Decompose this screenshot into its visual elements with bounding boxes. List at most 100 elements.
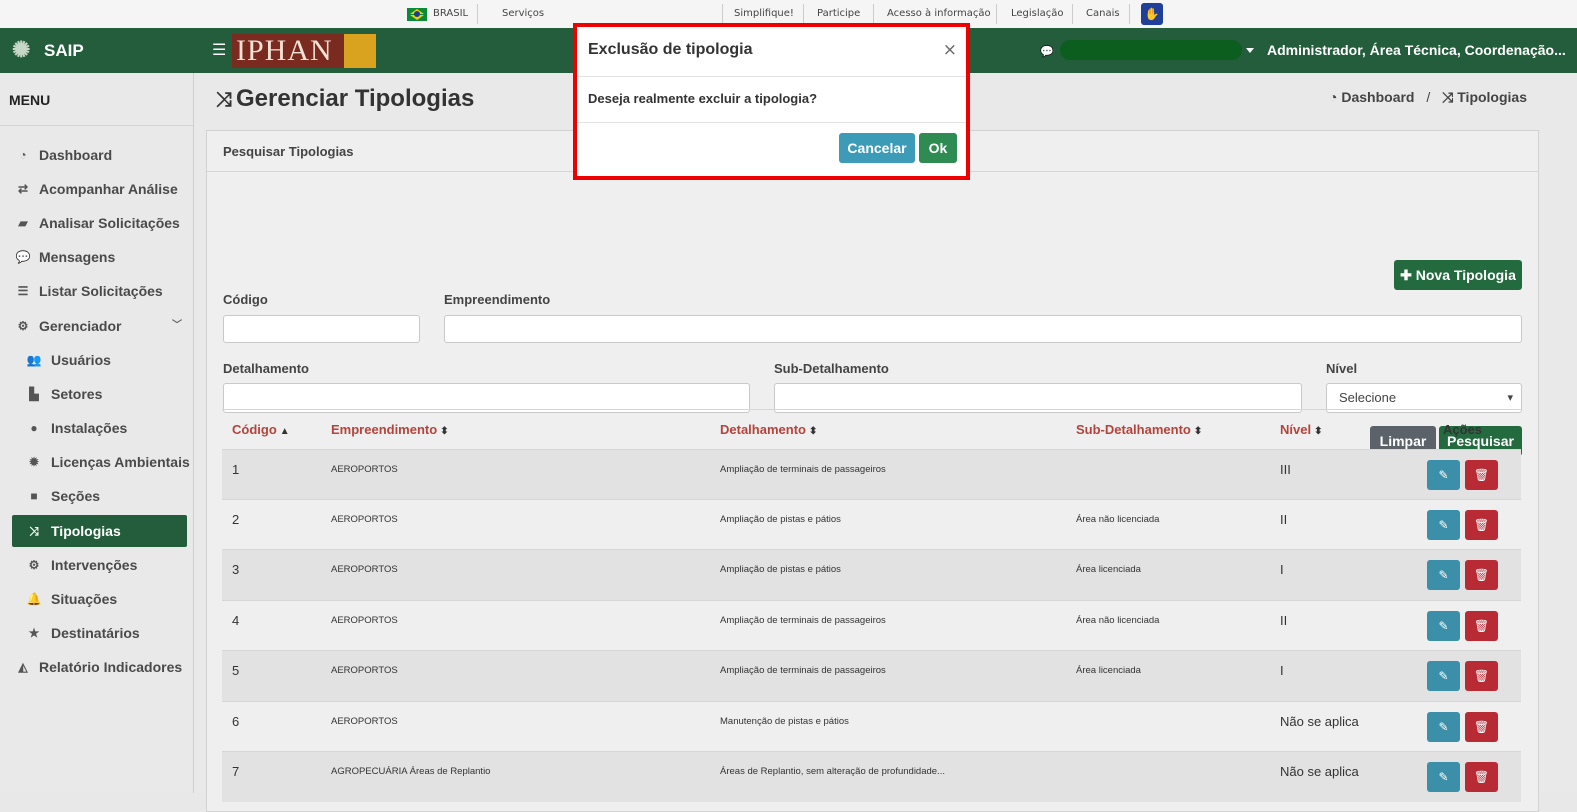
chat-icon[interactable]: 💬 [1040,45,1054,58]
vlibras-hand-icon[interactable]: ✋ [1141,3,1163,25]
edit-icon[interactable]: ✎ [1427,460,1460,490]
cancel-button[interactable]: Cancelar [839,133,915,163]
dashboard-icon: ◔ [19,148,27,162]
brazil-flag-icon [407,8,427,21]
breadcrumb-tipologias: Tipologias [1457,89,1527,105]
gov-servicos-link[interactable]: Serviços [502,0,544,28]
close-icon[interactable]: × [943,40,957,60]
ok-button[interactable]: Ok [919,133,957,163]
header-empreendimento[interactable]: Empreendimento ⬍ [331,422,449,437]
app-brand[interactable]: ✺ SAIP [0,28,194,73]
edit-icon[interactable]: ✎ [1427,712,1460,742]
page-title: ⤨ Gerenciar Tipologias [216,85,475,112]
delete-tipologia-modal: Exclusão de tipologia × Deseja realmente… [573,23,970,180]
header-detalhamento[interactable]: Detalhamento ⬍ [720,422,817,437]
comments-icon: 💬 [15,250,31,264]
table-row: 3 AEROPORTOS Ampliação de pistas e pátio… [222,549,1521,600]
gov-legislacao-link[interactable]: Legislação [1011,0,1064,28]
hamburger-menu-icon[interactable]: ☰ [212,40,226,60]
codigo-input[interactable] [223,315,420,343]
trash-icon[interactable]: 🗑 [1465,712,1498,742]
list-icon: ☰ [17,284,29,298]
header-codigo[interactable]: Código ▲ [232,422,290,437]
sidebar-item-destinatarios[interactable]: ★ Destinatários [12,617,187,649]
trash-icon[interactable]: 🗑 [1465,560,1498,590]
cog-icon: ⚙ [28,558,40,572]
new-tipologia-button[interactable]: ✚ Nova Tipologia [1394,260,1522,290]
table-row: 7 AGROPECUÁRIA Áreas de Replantio Áreas … [222,751,1521,802]
edit-icon[interactable]: ✎ [1427,762,1460,792]
circle-icon: ● [30,421,38,435]
sidebar-item-acompanhar-analise[interactable]: ⇄ Acompanhar Análise [12,173,187,205]
table-row: 1 AEROPORTOS Ampliação de terminais de p… [222,449,1521,500]
bell-icon: 🔔 [26,592,42,606]
area-chart-icon: ◭ [18,660,28,674]
sidebar-item-instalacoes[interactable]: ● Instalações [12,412,187,444]
edit-icon[interactable]: ✎ [1427,510,1460,540]
sort-icon: ⬍ [808,426,818,437]
edit-icon[interactable]: ✎ [1427,661,1460,691]
breadcrumb-dashboard[interactable]: Dashboard [1341,89,1414,105]
app-name: SAIP [44,41,84,60]
certificate-icon: ✹ [28,455,40,469]
sidebar-item-situacoes[interactable]: 🔔 Situações [12,583,187,615]
trash-icon[interactable]: 🗑 [1465,510,1498,540]
table-row: 6 AEROPORTOS Manutenção de pistas e páti… [222,701,1521,752]
dashboard-icon: ◔ [1329,89,1338,105]
table-row: 2 AEROPORTOS Ampliação de pistas e pátio… [222,499,1521,550]
sidebar-item-intervencoes[interactable]: ⚙ Intervenções [12,549,187,581]
trash-icon[interactable]: 🗑 [1465,611,1498,641]
nivel-label: Nível [1326,361,1358,376]
iphan-logo: IPHAN [232,34,376,68]
star-icon: ★ [28,626,40,640]
trash-icon[interactable]: 🗑 [1465,762,1498,792]
gears-icon: ⚙ [17,319,29,333]
sidebar-item-relatorio-indicadores[interactable]: ◭ Relatório Indicadores [12,651,187,683]
gov-brasil-link[interactable]: BRASIL [433,0,468,28]
table-row: 4 AEROPORTOS Ampliação de terminais de p… [222,600,1521,651]
gov-canais-link[interactable]: Canais [1086,0,1120,28]
sort-icon: ⬍ [440,426,449,437]
modal-title: Exclusão de tipologia [588,41,753,58]
sidebar: MENU ◔ Dashboard ⇄ Acompanhar Análise ▰ … [0,73,194,793]
main-content: ⤨ Gerenciar Tipologias ◔ Dashboard / ⤨ Ti… [194,73,1577,812]
sidebar-item-licencas-ambientais[interactable]: ✹ Licenças Ambientais [12,446,190,478]
menu-title: MENU [9,92,51,108]
sidebar-item-mensagens[interactable]: 💬 Mensagens [12,241,187,273]
sidebar-item-setores[interactable]: ▙ Setores [12,378,187,410]
trash-icon[interactable]: 🗑 [1465,661,1498,691]
empreendimento-label: Empreendimento [444,292,551,307]
edit-icon[interactable]: ✎ [1427,611,1460,641]
square-icon: ■ [30,489,38,503]
bar-chart-icon: ▙ [29,387,39,401]
caret-down-icon[interactable] [1246,48,1254,53]
users-icon: 👥 [26,353,42,367]
empreendimento-input[interactable] [444,315,1522,343]
sidebar-item-secoes[interactable]: ■ Seções [12,480,187,512]
sort-icon: ⬍ [1193,426,1203,437]
header-nivel[interactable]: Nível ⬍ [1280,422,1322,437]
sidebar-item-gerenciador[interactable]: ⚙ Gerenciador ﹀ [12,310,187,342]
modal-message: Deseja realmente excluir a tipologia? [588,91,818,106]
user-profile-label[interactable]: Administrador, Área Técnica, Coordenação… [1267,42,1566,58]
sidebar-item-analisar-solicitacoes[interactable]: ▰ Analisar Solicitações [12,207,187,239]
trash-icon[interactable]: 🗑 [1465,460,1498,490]
breadcrumb: ◔ Dashboard / ⤨ Tipologias [1329,89,1527,105]
sidebar-item-usuarios[interactable]: 👥 Usuários [12,344,187,376]
redacted-username[interactable] [1060,40,1242,60]
sidebar-item-listar-solicitacoes[interactable]: ☰ Listar Solicitações [12,275,187,307]
edit-icon[interactable]: ✎ [1427,560,1460,590]
shuffle-icon: ⤨ [216,89,232,111]
sidebar-item-dashboard[interactable]: ◔ Dashboard [12,139,187,171]
book-icon: ▰ [18,216,28,230]
exchange-icon: ⇄ [17,182,29,196]
sidebar-item-tipologias[interactable]: ⤨ Tipologias [12,515,187,547]
plus-icon: ✚ [1400,267,1412,283]
header-subdetalhamento[interactable]: Sub-Detalhamento ⬍ [1076,422,1202,437]
shuffle-icon: ⤨ [29,524,39,538]
codigo-label: Código [223,292,268,307]
shuffle-icon: ⤨ [1442,89,1454,105]
chevron-down-icon: ﹀ [172,320,182,331]
subdetalhamento-label: Sub-Detalhamento [774,361,889,376]
sort-icon: ⬍ [1314,426,1323,437]
